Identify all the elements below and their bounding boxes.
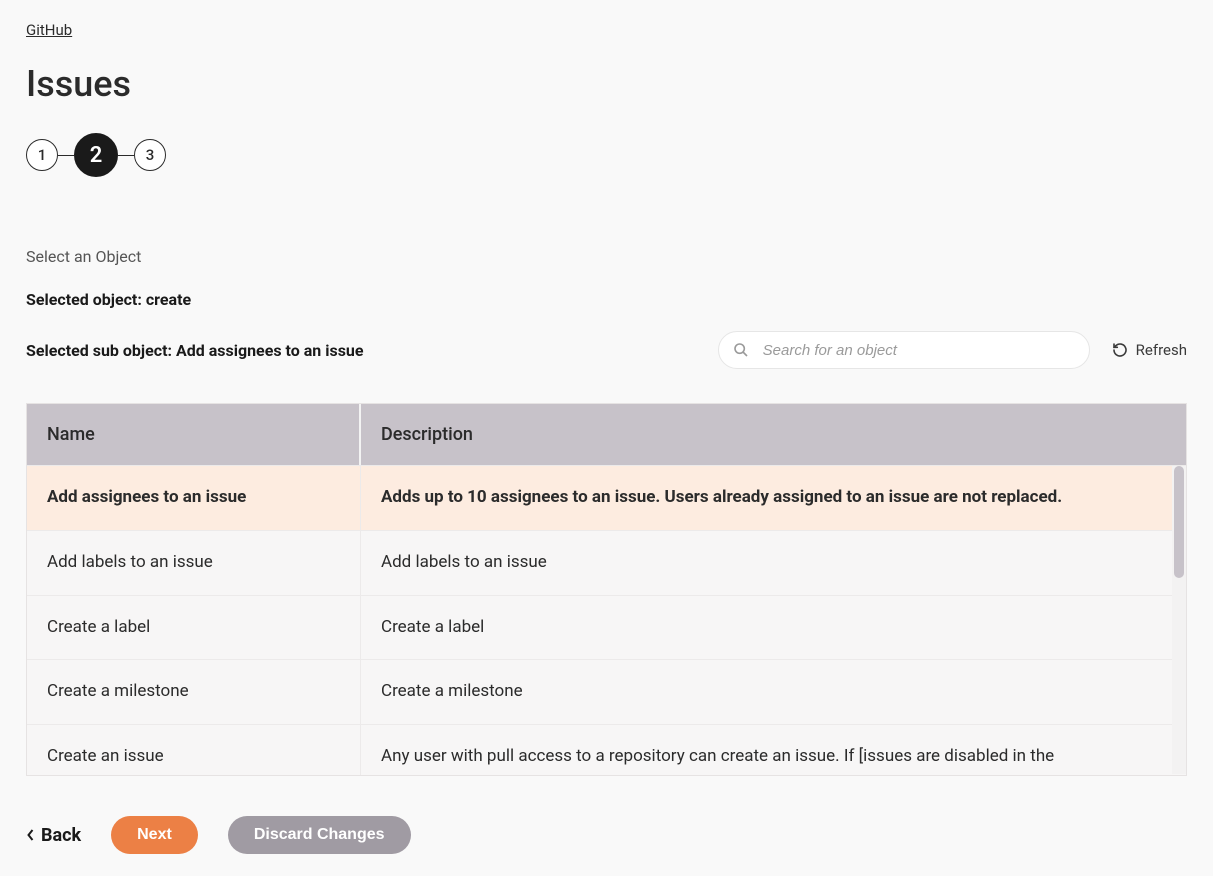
object-table: Name Description Add assignees to an iss… xyxy=(26,403,1187,776)
table-row[interactable]: Create a milestoneCreate a milestone xyxy=(27,659,1186,724)
selected-object-line: Selected object: create xyxy=(26,290,1187,309)
cell-description: Create a label xyxy=(361,596,1186,660)
th-description: Description xyxy=(361,404,1186,465)
table-row[interactable]: Create a labelCreate a label xyxy=(27,595,1186,660)
selected-sub-line: Selected sub object: Add assignees to an… xyxy=(26,341,364,360)
section-label: Select an Object xyxy=(26,247,1187,266)
scrollbar-thumb[interactable] xyxy=(1174,466,1184,578)
cell-name: Add assignees to an issue xyxy=(27,466,361,530)
cell-name: Create an issue xyxy=(27,725,361,775)
table-row[interactable]: Add labels to an issueAdd labels to an i… xyxy=(27,530,1186,595)
page-title: Issues xyxy=(26,63,1187,105)
cell-description: Add labels to an issue xyxy=(361,531,1186,595)
step-connector xyxy=(58,155,74,156)
step-2[interactable]: 2 xyxy=(74,133,118,177)
step-3[interactable]: 3 xyxy=(134,139,166,171)
selected-object-prefix: Selected object: xyxy=(26,290,146,309)
cell-name: Create a label xyxy=(27,596,361,660)
table-header: Name Description xyxy=(27,404,1186,465)
search-icon xyxy=(733,342,749,358)
table-row[interactable]: Add assignees to an issueAdds up to 10 a… xyxy=(27,465,1186,530)
stepper: 123 xyxy=(26,133,1187,177)
cell-name: Add labels to an issue xyxy=(27,531,361,595)
refresh-button[interactable]: Refresh xyxy=(1112,341,1187,359)
refresh-label: Refresh xyxy=(1136,341,1187,359)
breadcrumb-github[interactable]: GitHub xyxy=(26,21,72,39)
step-connector xyxy=(118,155,134,156)
cell-description: Create a milestone xyxy=(361,660,1186,724)
footer-actions: Back Next Discard Changes xyxy=(26,816,411,854)
next-button[interactable]: Next xyxy=(111,816,198,854)
cell-description: Adds up to 10 assignees to an issue. Use… xyxy=(361,466,1186,530)
cell-name: Create a milestone xyxy=(27,660,361,724)
chevron-left-icon xyxy=(26,828,35,842)
step-1[interactable]: 1 xyxy=(26,139,58,171)
table-row[interactable]: Create an issueAny user with pull access… xyxy=(27,724,1186,775)
selected-object-value: create xyxy=(146,290,191,309)
cell-description: Any user with pull access to a repositor… xyxy=(361,725,1186,775)
selected-sub-prefix: Selected sub object: xyxy=(26,341,176,360)
th-name: Name xyxy=(27,404,361,465)
refresh-icon xyxy=(1112,342,1128,358)
back-button[interactable]: Back xyxy=(26,825,81,846)
search-field[interactable] xyxy=(718,331,1090,369)
selected-sub-value: Add assignees to an issue xyxy=(176,341,364,360)
table-body: Add assignees to an issueAdds up to 10 a… xyxy=(27,465,1186,775)
scrollbar-track[interactable] xyxy=(1172,466,1186,774)
search-input[interactable] xyxy=(763,342,1075,359)
back-label: Back xyxy=(41,825,81,846)
discard-button[interactable]: Discard Changes xyxy=(228,816,411,854)
